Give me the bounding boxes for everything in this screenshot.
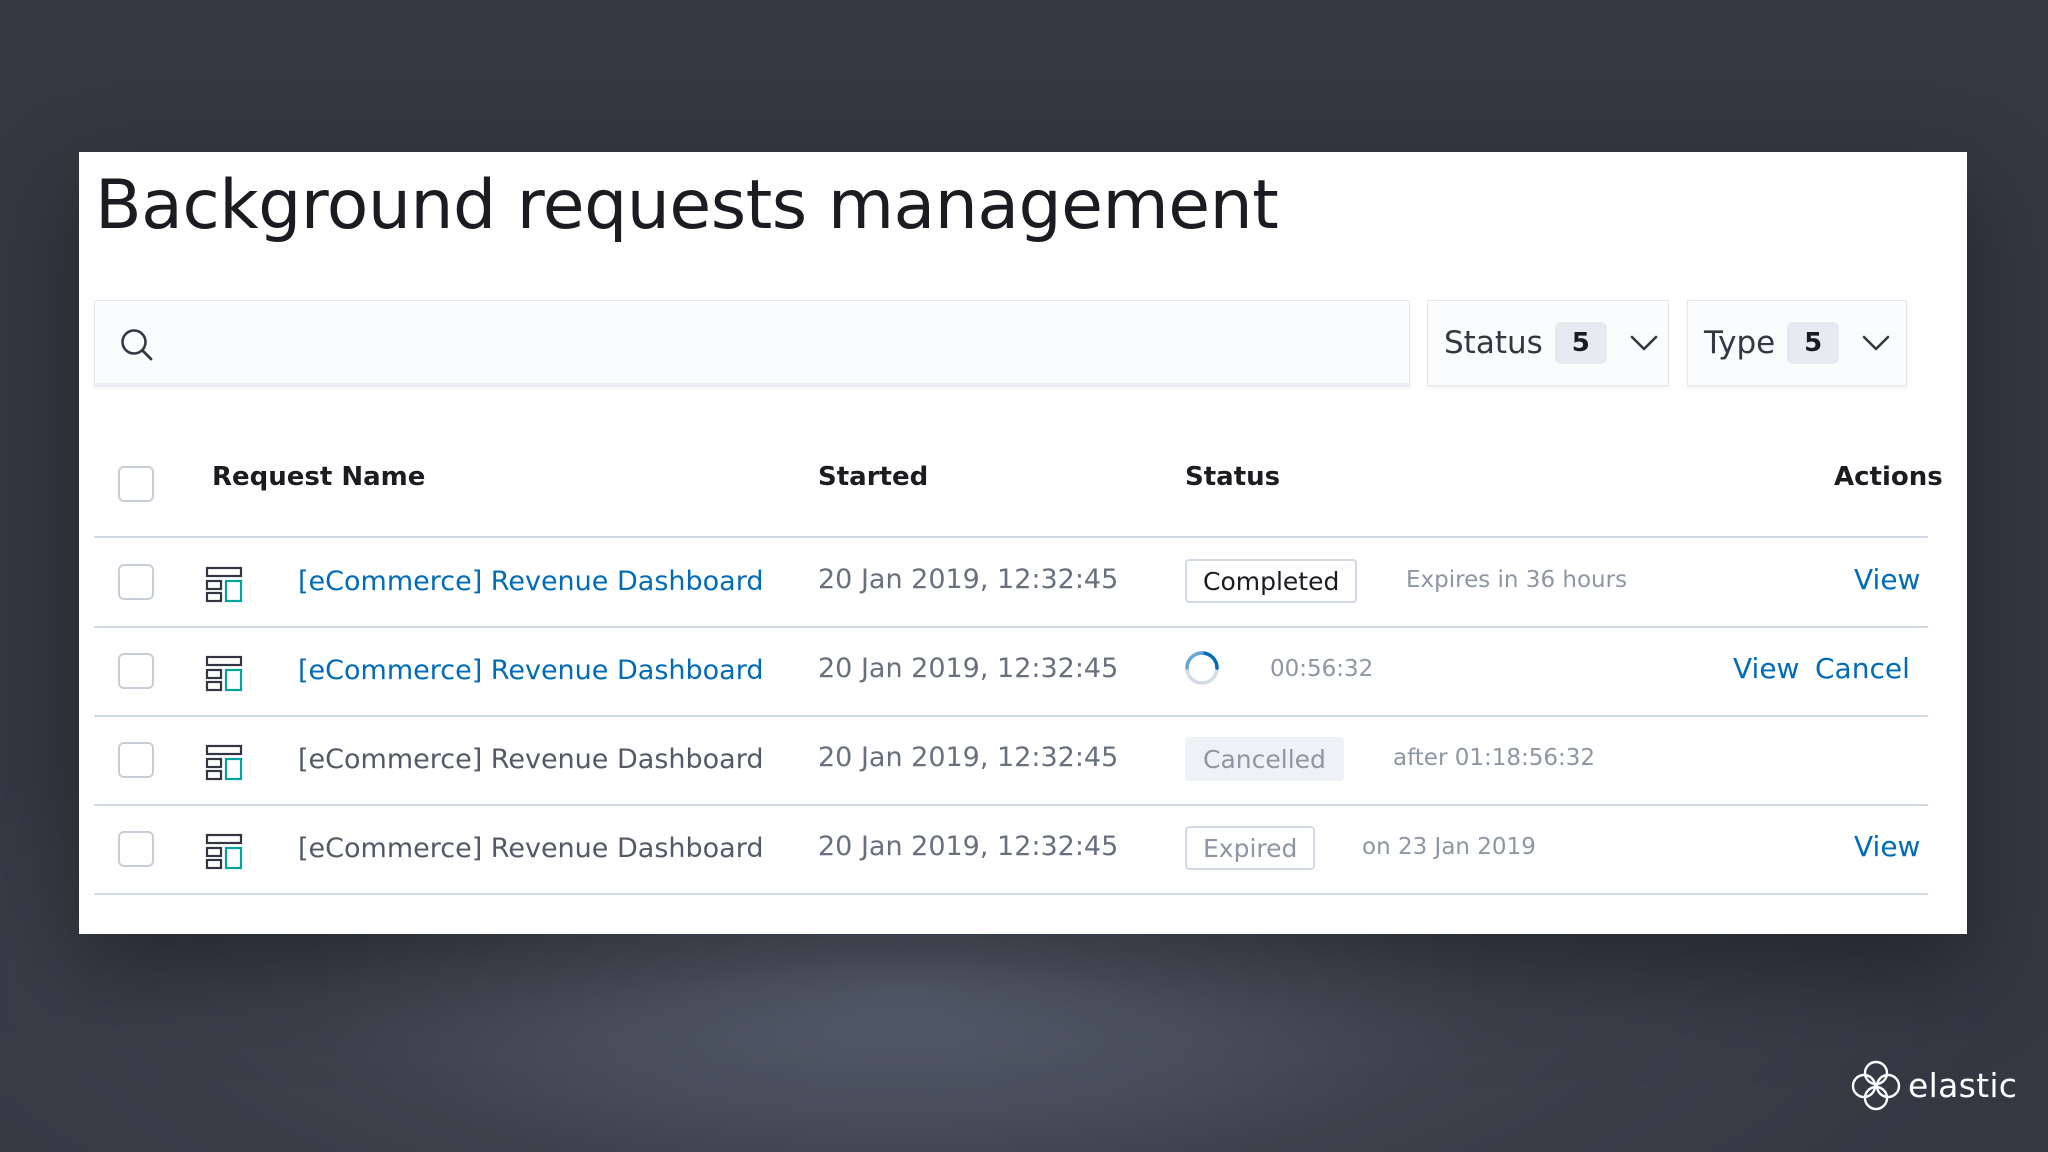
- page-title: Background requests management: [95, 166, 1279, 245]
- status-filter-label: Status: [1444, 325, 1543, 361]
- type-filter-label: Type: [1704, 325, 1776, 361]
- view-button[interactable]: View: [1854, 830, 1920, 863]
- started-time: 20 Jan 2019, 12:32:45: [818, 564, 1119, 595]
- status-badge-expired: Expired: [1185, 826, 1316, 870]
- status-detail: on 23 Jan 2019: [1362, 834, 1536, 860]
- status-badge-cancelled: Cancelled: [1185, 737, 1344, 781]
- type-filter-button[interactable]: Type 5: [1687, 300, 1907, 386]
- request-name: [eCommerce] Revenue Dashboard: [298, 833, 764, 864]
- status-detail: Expires in 36 hours: [1406, 567, 1628, 593]
- cancel-button[interactable]: Cancel: [1815, 652, 1910, 685]
- search-input[interactable]: [175, 313, 1385, 373]
- view-button[interactable]: View: [1854, 563, 1920, 596]
- request-name-link[interactable]: [eCommerce] Revenue Dashboard: [298, 566, 763, 597]
- status-detail: after 01:18:56:32: [1393, 745, 1596, 771]
- started-time: 20 Jan 2019, 12:32:45: [818, 653, 1119, 684]
- loading-spinner-icon: [1185, 651, 1219, 685]
- view-button[interactable]: View: [1733, 652, 1799, 685]
- row-checkbox[interactable]: [118, 653, 154, 689]
- brand-name: elastic: [1908, 1065, 2018, 1105]
- row-checkbox[interactable]: [118, 564, 154, 600]
- table-row: [eCommerce] Revenue Dashboard 20 Jan 201…: [94, 539, 1928, 628]
- type-filter-count: 5: [1787, 322, 1840, 364]
- search-box[interactable]: [94, 300, 1410, 386]
- column-started: Started: [818, 462, 929, 492]
- status-filter-button[interactable]: Status 5: [1427, 300, 1669, 386]
- row-checkbox[interactable]: [118, 742, 154, 778]
- column-actions: Actions: [1834, 462, 1943, 492]
- dashboard-icon: [205, 566, 243, 603]
- status-filter-count: 5: [1554, 322, 1607, 364]
- elastic-logo-icon: [1851, 1060, 1901, 1111]
- chevron-down-icon: [1630, 335, 1658, 351]
- table-row: [eCommerce] Revenue Dashboard 20 Jan 201…: [94, 717, 1928, 806]
- dashboard-icon: [205, 655, 243, 692]
- request-name-link[interactable]: [eCommerce] Revenue Dashboard: [298, 655, 763, 686]
- dashboard-icon: [205, 833, 243, 870]
- column-request-name: Request Name: [212, 462, 426, 492]
- started-time: 20 Jan 2019, 12:32:45: [818, 742, 1119, 773]
- select-all-checkbox[interactable]: [118, 466, 154, 502]
- request-name: [eCommerce] Revenue Dashboard: [298, 744, 764, 775]
- column-status: Status: [1185, 462, 1281, 492]
- requests-panel: Background requests management Status 5 …: [79, 152, 1967, 934]
- status-badge-completed: Completed: [1185, 559, 1358, 603]
- table-header: Request Name Started Status Actions: [94, 438, 1943, 538]
- dashboard-icon: [205, 744, 243, 781]
- elapsed-time: 00:56:32: [1270, 656, 1374, 682]
- row-checkbox[interactable]: [118, 831, 154, 867]
- table-row: [eCommerce] Revenue Dashboard 20 Jan 201…: [94, 628, 1928, 717]
- search-icon: [121, 329, 153, 361]
- chevron-down-icon: [1862, 335, 1890, 351]
- started-time: 20 Jan 2019, 12:32:45: [818, 831, 1119, 862]
- elastic-brand: elastic: [1848, 1058, 2017, 1112]
- table-row: [eCommerce] Revenue Dashboard 20 Jan 201…: [94, 806, 1928, 895]
